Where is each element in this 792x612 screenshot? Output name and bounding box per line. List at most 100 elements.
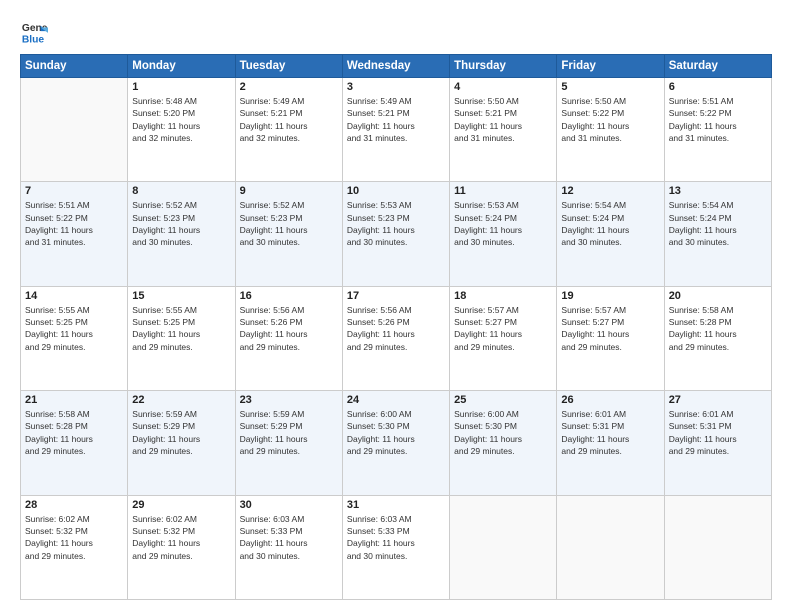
- calendar-day-header: Wednesday: [342, 55, 449, 78]
- day-number: 15: [132, 290, 230, 302]
- calendar-cell: 8 Sunrise: 5:52 AMSunset: 5:23 PMDaylight…: [128, 182, 235, 286]
- calendar-week-row: 28 Sunrise: 6:02 AMSunset: 5:32 PMDayligh…: [21, 495, 772, 599]
- calendar-day-header: Monday: [128, 55, 235, 78]
- cell-info: Sunrise: 6:01 AMSunset: 5:31 PMDaylight:…: [669, 408, 767, 457]
- svg-text:Blue: Blue: [22, 34, 45, 45]
- day-number: 4: [454, 81, 552, 93]
- calendar-day-header: Friday: [557, 55, 664, 78]
- calendar-cell: 24Sunrise: 6:00 AMSunset: 5:30 PMDayligh…: [342, 391, 449, 495]
- day-number: 12: [561, 185, 659, 197]
- calendar-cell: 29Sunrise: 6:02 AMSunset: 5:32 PMDayligh…: [128, 495, 235, 599]
- calendar-cell: 6 Sunrise: 5:51 AMSunset: 5:22 PMDaylight…: [664, 78, 771, 182]
- calendar-cell: 31Sunrise: 6:03 AMSunset: 5:33 PMDayligh…: [342, 495, 449, 599]
- day-number: 31: [347, 499, 445, 511]
- calendar-cell: 7Sunrise: 5:51 AMSunset: 5:22 PMDaylight…: [21, 182, 128, 286]
- cell-info: Sunrise: 6:02 AMSunset: 5:32 PMDaylight:…: [25, 513, 123, 562]
- day-number: 27: [669, 394, 767, 406]
- calendar-cell: 17 Sunrise: 5:56 AMSunset: 5:26 PMDayligh…: [342, 286, 449, 390]
- cell-info: Sunrise: 6:03 AMSunset: 5:33 PMDaylight:…: [240, 513, 338, 562]
- day-number: 2: [240, 81, 338, 93]
- day-number: 9: [240, 185, 338, 197]
- day-number: 14: [25, 290, 123, 302]
- day-number: 25: [454, 394, 552, 406]
- calendar-cell: 26 Sunrise: 6:01 AMSunset: 5:31 PMDayligh…: [557, 391, 664, 495]
- calendar-cell: 11 Sunrise: 5:53 AMSunset: 5:24 PMDayligh…: [450, 182, 557, 286]
- day-number: 29: [132, 499, 230, 511]
- header: General Blue: [20, 18, 772, 46]
- calendar-cell: 25Sunrise: 6:00 AMSunset: 5:30 PMDayligh…: [450, 391, 557, 495]
- calendar-day-header: Sunday: [21, 55, 128, 78]
- calendar-cell: 20Sunrise: 5:58 AMSunset: 5:28 PMDayligh…: [664, 286, 771, 390]
- cell-info: Sunrise: 6:01 AMSunset: 5:31 PMDaylight:…: [561, 408, 659, 457]
- calendar-week-row: 21 Sunrise: 5:58 AMSunset: 5:28 PMDayligh…: [21, 391, 772, 495]
- day-number: 5: [561, 81, 659, 93]
- calendar-cell: 13 Sunrise: 5:54 AMSunset: 5:24 PMDayligh…: [664, 182, 771, 286]
- calendar-cell: 15 Sunrise: 5:55 AMSunset: 5:25 PMDayligh…: [128, 286, 235, 390]
- day-number: 30: [240, 499, 338, 511]
- cell-info: Sunrise: 5:52 AMSunset: 5:23 PMDaylight:…: [132, 199, 230, 248]
- day-number: 3: [347, 81, 445, 93]
- day-number: 8: [132, 185, 230, 197]
- calendar-cell: [450, 495, 557, 599]
- cell-info: Sunrise: 5:56 AMSunset: 5:26 PMDaylight:…: [347, 304, 445, 353]
- day-number: 13: [669, 185, 767, 197]
- cell-info: Sunrise: 5:58 AMSunset: 5:28 PMDaylight:…: [25, 408, 123, 457]
- calendar-header-row: SundayMondayTuesdayWednesdayThursdayFrid…: [21, 55, 772, 78]
- day-number: 28: [25, 499, 123, 511]
- day-number: 17: [347, 290, 445, 302]
- day-number: 10: [347, 185, 445, 197]
- cell-info: Sunrise: 5:54 AMSunset: 5:24 PMDaylight:…: [561, 199, 659, 248]
- calendar-cell: 23 Sunrise: 5:59 AMSunset: 5:29 PMDayligh…: [235, 391, 342, 495]
- cell-info: Sunrise: 5:54 AMSunset: 5:24 PMDaylight:…: [669, 199, 767, 248]
- calendar-cell: 19 Sunrise: 5:57 AMSunset: 5:27 PMDayligh…: [557, 286, 664, 390]
- cell-info: Sunrise: 5:55 AMSunset: 5:25 PMDaylight:…: [132, 304, 230, 353]
- calendar-cell: 9 Sunrise: 5:52 AMSunset: 5:23 PMDaylight…: [235, 182, 342, 286]
- cell-info: Sunrise: 5:56 AMSunset: 5:26 PMDaylight:…: [240, 304, 338, 353]
- day-number: 20: [669, 290, 767, 302]
- cell-info: Sunrise: 5:53 AMSunset: 5:24 PMDaylight:…: [454, 199, 552, 248]
- calendar-cell: 14Sunrise: 5:55 AMSunset: 5:25 PMDayligh…: [21, 286, 128, 390]
- cell-info: Sunrise: 5:52 AMSunset: 5:23 PMDaylight:…: [240, 199, 338, 248]
- cell-info: Sunrise: 5:49 AMSunset: 5:21 PMDaylight:…: [347, 95, 445, 144]
- day-number: 22: [132, 394, 230, 406]
- day-number: 16: [240, 290, 338, 302]
- day-number: 23: [240, 394, 338, 406]
- calendar-cell: [664, 495, 771, 599]
- page: General Blue SundayMondayTuesdayWednesda…: [0, 0, 792, 612]
- cell-info: Sunrise: 6:00 AMSunset: 5:30 PMDaylight:…: [347, 408, 445, 457]
- cell-info: Sunrise: 5:51 AMSunset: 5:22 PMDaylight:…: [25, 199, 123, 248]
- calendar-table: SundayMondayTuesdayWednesdayThursdayFrid…: [20, 54, 772, 600]
- logo: General Blue: [20, 18, 52, 46]
- cell-info: Sunrise: 5:57 AMSunset: 5:27 PMDaylight:…: [561, 304, 659, 353]
- cell-info: Sunrise: 5:59 AMSunset: 5:29 PMDaylight:…: [132, 408, 230, 457]
- calendar-cell: 10 Sunrise: 5:53 AMSunset: 5:23 PMDayligh…: [342, 182, 449, 286]
- day-number: 19: [561, 290, 659, 302]
- cell-info: Sunrise: 5:57 AMSunset: 5:27 PMDaylight:…: [454, 304, 552, 353]
- day-number: 6: [669, 81, 767, 93]
- calendar-week-row: 1Sunrise: 5:48 AMSunset: 5:20 PMDaylight…: [21, 78, 772, 182]
- calendar-cell: 1Sunrise: 5:48 AMSunset: 5:20 PMDaylight…: [128, 78, 235, 182]
- day-number: 11: [454, 185, 552, 197]
- logo-icon: General Blue: [20, 18, 48, 46]
- cell-info: Sunrise: 5:49 AMSunset: 5:21 PMDaylight:…: [240, 95, 338, 144]
- calendar-cell: 12 Sunrise: 5:54 AMSunset: 5:24 PMDayligh…: [557, 182, 664, 286]
- calendar-cell: 2 Sunrise: 5:49 AMSunset: 5:21 PMDaylight…: [235, 78, 342, 182]
- cell-info: Sunrise: 5:50 AMSunset: 5:21 PMDaylight:…: [454, 95, 552, 144]
- day-number: 26: [561, 394, 659, 406]
- calendar-day-header: Tuesday: [235, 55, 342, 78]
- calendar-cell: 3 Sunrise: 5:49 AMSunset: 5:21 PMDaylight…: [342, 78, 449, 182]
- calendar-cell: 5Sunrise: 5:50 AMSunset: 5:22 PMDaylight…: [557, 78, 664, 182]
- calendar-day-header: Saturday: [664, 55, 771, 78]
- cell-info: Sunrise: 5:53 AMSunset: 5:23 PMDaylight:…: [347, 199, 445, 248]
- calendar-cell: [21, 78, 128, 182]
- calendar-cell: 21 Sunrise: 5:58 AMSunset: 5:28 PMDayligh…: [21, 391, 128, 495]
- day-number: 21: [25, 394, 123, 406]
- cell-info: Sunrise: 5:48 AMSunset: 5:20 PMDaylight:…: [132, 95, 230, 144]
- calendar-week-row: 14 Sunrise: 5:55 AMSunset: 5:25 PMDayligh…: [21, 286, 772, 390]
- calendar-cell: 30 Sunrise: 6:03 AMSunset: 5:33 PMDayligh…: [235, 495, 342, 599]
- calendar-day-header: Thursday: [450, 55, 557, 78]
- day-number: 18: [454, 290, 552, 302]
- calendar-cell: [557, 495, 664, 599]
- cell-info: Sunrise: 5:59 AMSunset: 5:29 PMDaylight:…: [240, 408, 338, 457]
- cell-info: Sunrise: 5:51 AMSunset: 5:22 PMDaylight:…: [669, 95, 767, 144]
